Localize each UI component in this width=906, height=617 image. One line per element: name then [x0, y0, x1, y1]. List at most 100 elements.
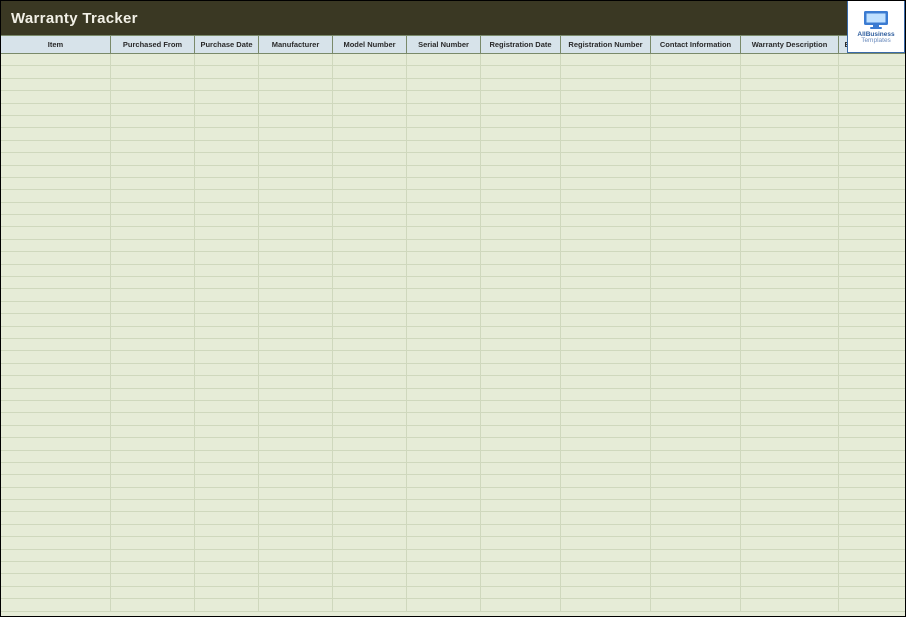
cell[interactable] — [111, 215, 195, 226]
cell[interactable] — [259, 153, 333, 164]
cell[interactable] — [1, 475, 111, 486]
cell[interactable] — [407, 488, 481, 499]
cell[interactable] — [651, 190, 741, 201]
cell[interactable] — [651, 128, 741, 139]
cell[interactable] — [259, 166, 333, 177]
cell[interactable] — [481, 488, 561, 499]
cell[interactable] — [481, 79, 561, 90]
cell[interactable] — [481, 463, 561, 474]
cell[interactable] — [333, 488, 407, 499]
cell[interactable] — [259, 240, 333, 251]
cell[interactable] — [407, 153, 481, 164]
cell[interactable] — [195, 376, 259, 387]
cell[interactable] — [259, 512, 333, 523]
cell[interactable] — [1, 351, 111, 362]
cell[interactable] — [481, 227, 561, 238]
cell[interactable] — [481, 141, 561, 152]
cell[interactable] — [481, 339, 561, 350]
cell[interactable] — [481, 376, 561, 387]
cell[interactable] — [561, 190, 651, 201]
cell[interactable] — [481, 289, 561, 300]
cell[interactable] — [561, 203, 651, 214]
cell[interactable] — [561, 314, 651, 325]
cell[interactable] — [195, 128, 259, 139]
cell[interactable] — [407, 475, 481, 486]
cell[interactable] — [407, 302, 481, 313]
cell[interactable] — [111, 153, 195, 164]
cell[interactable] — [839, 252, 905, 263]
cell[interactable] — [259, 364, 333, 375]
cell[interactable] — [561, 215, 651, 226]
cell[interactable] — [333, 512, 407, 523]
cell[interactable] — [195, 54, 259, 65]
cell[interactable] — [195, 512, 259, 523]
cell[interactable] — [259, 389, 333, 400]
cell[interactable] — [111, 525, 195, 536]
cell[interactable] — [741, 351, 839, 362]
cell[interactable] — [481, 512, 561, 523]
cell[interactable] — [1, 364, 111, 375]
cell[interactable] — [407, 525, 481, 536]
cell[interactable] — [839, 104, 905, 115]
cell[interactable] — [259, 587, 333, 598]
cell[interactable] — [407, 413, 481, 424]
col-header-model-number[interactable]: Model Number — [333, 36, 407, 53]
cell[interactable] — [259, 54, 333, 65]
cell[interactable] — [741, 587, 839, 598]
cell[interactable] — [195, 252, 259, 263]
cell[interactable] — [741, 401, 839, 412]
col-header-contact-information[interactable]: Contact Information — [651, 36, 741, 53]
cell[interactable] — [651, 463, 741, 474]
cell[interactable] — [1, 54, 111, 65]
cell[interactable] — [407, 79, 481, 90]
cell[interactable] — [839, 289, 905, 300]
cell[interactable] — [259, 215, 333, 226]
cell[interactable] — [259, 599, 333, 610]
cell[interactable] — [481, 537, 561, 548]
cell[interactable] — [651, 351, 741, 362]
cell[interactable] — [561, 128, 651, 139]
cell[interactable] — [1, 277, 111, 288]
cell[interactable] — [333, 500, 407, 511]
cell[interactable] — [481, 252, 561, 263]
cell[interactable] — [195, 265, 259, 276]
cell[interactable] — [111, 500, 195, 511]
cell[interactable] — [195, 327, 259, 338]
cell[interactable] — [561, 302, 651, 313]
cell[interactable] — [741, 488, 839, 499]
cell[interactable] — [407, 227, 481, 238]
cell[interactable] — [741, 252, 839, 263]
cell[interactable] — [407, 116, 481, 127]
cell[interactable] — [839, 451, 905, 462]
cell[interactable] — [1, 178, 111, 189]
cell[interactable] — [407, 166, 481, 177]
cell[interactable] — [407, 265, 481, 276]
cell[interactable] — [407, 141, 481, 152]
cell[interactable] — [839, 599, 905, 610]
cell[interactable] — [481, 587, 561, 598]
cell[interactable] — [651, 277, 741, 288]
cell[interactable] — [259, 227, 333, 238]
cell[interactable] — [407, 438, 481, 449]
cell[interactable] — [333, 327, 407, 338]
cell[interactable] — [111, 277, 195, 288]
cell[interactable] — [561, 463, 651, 474]
cell[interactable] — [651, 512, 741, 523]
cell[interactable] — [561, 376, 651, 387]
cell[interactable] — [651, 265, 741, 276]
cell[interactable] — [1, 451, 111, 462]
cell[interactable] — [195, 314, 259, 325]
cell[interactable] — [1, 327, 111, 338]
cell[interactable] — [333, 574, 407, 585]
cell[interactable] — [407, 376, 481, 387]
cell[interactable] — [111, 339, 195, 350]
cell[interactable] — [839, 265, 905, 276]
cell[interactable] — [651, 488, 741, 499]
cell[interactable] — [481, 302, 561, 313]
cell[interactable] — [259, 351, 333, 362]
cell[interactable] — [561, 166, 651, 177]
cell[interactable] — [333, 302, 407, 313]
cell[interactable] — [333, 252, 407, 263]
cell[interactable] — [839, 475, 905, 486]
cell[interactable] — [561, 327, 651, 338]
